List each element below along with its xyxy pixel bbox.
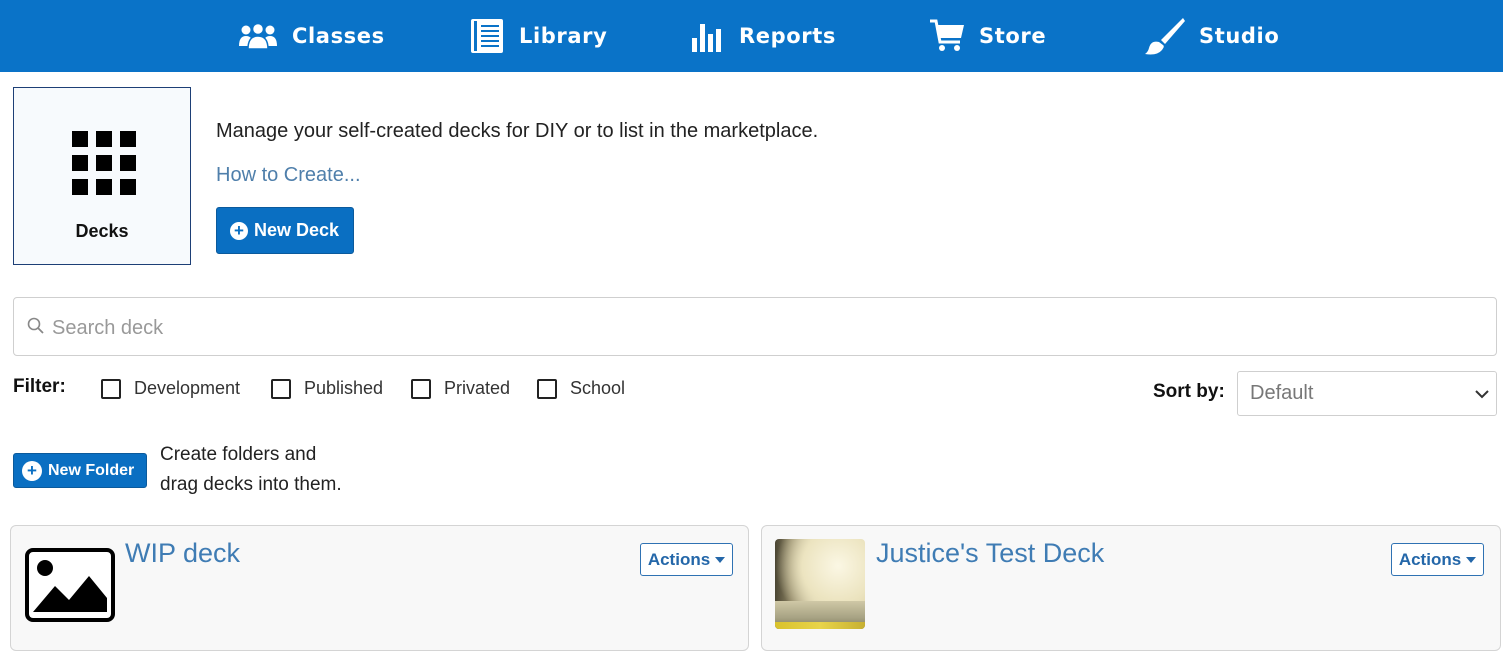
nav-item-store[interactable]: Store <box>929 0 1046 72</box>
nav-label: Studio <box>1199 24 1280 48</box>
deck-thumbnail <box>775 539 865 629</box>
sort-label: Sort by: <box>1153 381 1225 402</box>
checkbox-label: Development <box>134 378 241 398</box>
caret-down-icon <box>1466 556 1477 563</box>
intro-description: Manage your self-created decks for DIY o… <box>216 120 819 142</box>
nav-label: Classes <box>292 24 385 48</box>
top-nav-bar: Classes Library Reports Store Studio <box>0 0 1503 72</box>
filter-privated-checkbox[interactable]: Privated <box>411 378 510 399</box>
new-folder-label: New Folder <box>48 461 135 479</box>
actions-dropdown[interactable]: Actions <box>640 543 733 576</box>
new-folder-button[interactable]: + New Folder <box>13 453 147 488</box>
actions-dropdown[interactable]: Actions <box>1391 543 1484 576</box>
filter-development-checkbox[interactable]: Development <box>101 378 240 399</box>
sort-selected-value: Default <box>1250 382 1314 404</box>
grid-icon <box>72 131 136 195</box>
checkbox[interactable] <box>411 378 431 399</box>
filter-label: Filter: <box>13 376 66 397</box>
image-placeholder-icon <box>25 548 115 622</box>
filter-school-checkbox[interactable]: School <box>537 378 625 399</box>
checkbox[interactable] <box>101 378 121 399</box>
new-deck-button[interactable]: + New Deck <box>216 207 354 254</box>
decks-tile-label: Decks <box>75 221 129 241</box>
search-input[interactable] <box>50 308 1454 348</box>
search-icon <box>27 317 44 334</box>
filter-published-checkbox[interactable]: Published <box>271 378 383 399</box>
nav-item-reports[interactable]: Reports <box>691 0 836 72</box>
nav-label: Store <box>979 24 1047 48</box>
deck-title[interactable]: WIP deck <box>125 538 240 569</box>
plus-circle-icon: + <box>22 460 42 481</box>
nav-label: Reports <box>739 24 836 48</box>
book-icon <box>471 19 503 53</box>
cart-icon <box>930 19 964 51</box>
bar-chart-icon <box>692 24 721 52</box>
search-box <box>13 297 1497 356</box>
paintbrush-icon <box>1145 18 1185 55</box>
checkbox-label: Published <box>304 378 384 398</box>
deck-card[interactable]: Justice's Test Deck Actions <box>761 525 1501 651</box>
checkbox-label: Privated <box>444 378 511 398</box>
nav-item-studio[interactable]: Studio <box>1145 0 1279 72</box>
checkbox-label: School <box>570 378 626 398</box>
sort-select[interactable]: Default <box>1237 371 1497 416</box>
users-icon <box>239 22 277 50</box>
thumbnail-flowers <box>775 622 865 629</box>
new-deck-label: New Deck <box>254 220 340 240</box>
nav-item-library[interactable]: Library <box>469 0 607 72</box>
deck-card[interactable]: WIP deck Actions <box>10 525 749 651</box>
checkbox[interactable] <box>271 378 291 399</box>
folder-hint-line: Create folders and <box>160 444 317 465</box>
nav-label: Library <box>519 24 608 48</box>
actions-label: Actions <box>1398 549 1462 569</box>
decks-tile[interactable]: Decks <box>13 87 191 265</box>
folder-hint-line: drag decks into them. <box>160 474 342 495</box>
actions-label: Actions <box>647 549 711 569</box>
caret-down-icon <box>715 556 726 563</box>
chevron-down-icon <box>1475 390 1489 399</box>
checkbox[interactable] <box>537 378 557 399</box>
plus-circle-icon: + <box>230 221 248 240</box>
deck-title[interactable]: Justice's Test Deck <box>876 538 1104 569</box>
how-to-create-link[interactable]: How to Create... <box>216 164 361 187</box>
nav-item-classes[interactable]: Classes <box>238 0 385 72</box>
folder-hint: Create folders and drag decks into them. <box>160 440 342 500</box>
